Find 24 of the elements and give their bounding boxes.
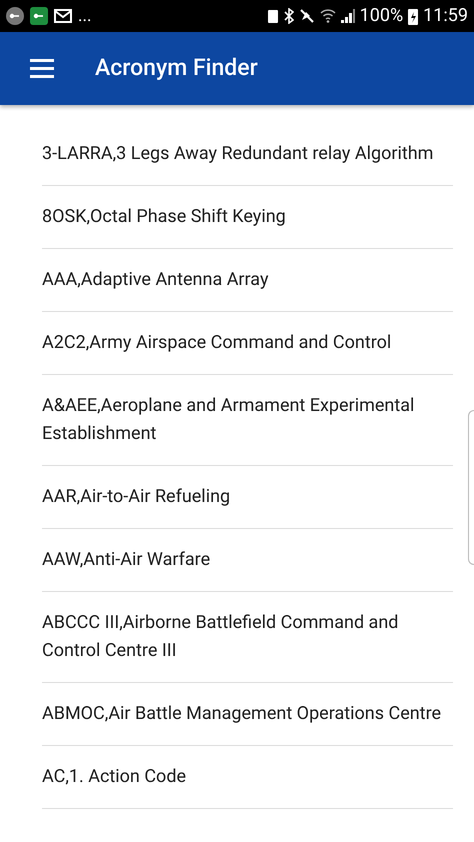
mute-icon bbox=[298, 8, 315, 24]
battery-icon bbox=[408, 8, 418, 24]
acronym-item[interactable]: ABMOC,Air Battle Management Operations Centre bbox=[42, 700, 453, 728]
acronym-item[interactable]: AAA,Adaptive Antenna Array bbox=[42, 266, 453, 294]
bluetooth-icon bbox=[284, 8, 294, 24]
clock-text: 11:59 bbox=[423, 7, 468, 25]
more-notifications-text: ... bbox=[78, 8, 92, 24]
wifi-icon bbox=[320, 9, 336, 23]
signal-icon bbox=[340, 9, 355, 23]
battery-percentage: 100% bbox=[360, 7, 404, 25]
acronym-item[interactable]: 8OSK,Octal Phase Shift Keying bbox=[42, 203, 453, 231]
menu-button[interactable] bbox=[30, 56, 54, 80]
acronym-item[interactable]: 3-LARRA,3 Legs Away Redundant relay Algorithm bbox=[42, 140, 453, 168]
sim-icon bbox=[266, 8, 279, 24]
key-icon bbox=[6, 7, 24, 25]
acronym-item[interactable]: A&AEE,Aeroplane and Armament Experimental Establishment bbox=[42, 392, 453, 448]
acronym-item[interactable]: AAW,Anti-Air Warfare bbox=[42, 546, 453, 574]
acronym-item[interactable]: A2C2,Army Airspace Command and Control bbox=[42, 329, 453, 357]
app-title: Acronym Finder bbox=[95, 53, 258, 84]
mail-icon bbox=[54, 8, 72, 24]
acronym-item[interactable]: AAR,Air-to-Air Refueling bbox=[42, 483, 453, 511]
acronym-item[interactable]: AC,1. Action Code bbox=[42, 763, 453, 791]
acronym-item[interactable]: ABCCC III,Airborne Battlefield Command and Control Centre III bbox=[42, 609, 453, 665]
key-icon bbox=[30, 7, 48, 25]
